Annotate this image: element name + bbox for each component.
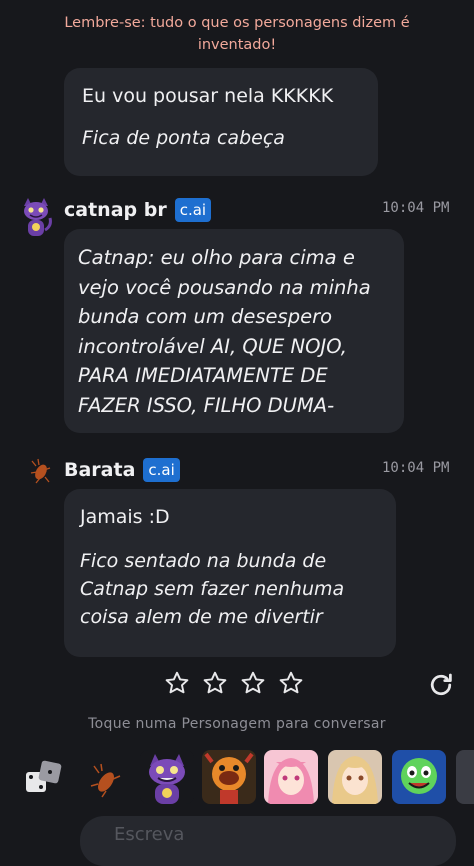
message-input[interactable]: Escreva bbox=[80, 816, 456, 866]
message-line: vejo você pousando na minha bbox=[78, 275, 371, 299]
character-hint: Toque numa Personagem para conversar bbox=[88, 716, 386, 732]
character-green-creature[interactable] bbox=[392, 750, 446, 804]
disclaimer-line-2: inventado! bbox=[197, 37, 277, 53]
character-barata[interactable] bbox=[86, 760, 126, 800]
message-line: coisa alem de me divertir bbox=[80, 606, 323, 628]
character-blonde-girl[interactable] bbox=[328, 750, 382, 804]
message-line: Fica de ponta cabeça bbox=[82, 127, 285, 149]
catnap-avatar[interactable] bbox=[18, 196, 54, 240]
star-icon[interactable] bbox=[240, 670, 266, 696]
message-time: 10:04 PM bbox=[382, 460, 450, 476]
character-dogday[interactable] bbox=[202, 750, 256, 804]
star-icon[interactable] bbox=[164, 670, 190, 696]
character-selector bbox=[0, 744, 474, 808]
message-line: incontrolável AI, QUE NOJO, bbox=[78, 334, 347, 358]
disclaimer-banner: Lembre-se: tudo o que os personagens diz… bbox=[0, 0, 474, 62]
star-icon[interactable] bbox=[202, 670, 228, 696]
star-icon[interactable] bbox=[278, 670, 304, 696]
message-line: FAZER ISSO, FILHO DUMA- bbox=[78, 393, 335, 417]
character-catnap[interactable] bbox=[140, 750, 194, 804]
message-line: bunda com um desespero bbox=[78, 305, 333, 328]
cai-badge: c.ai bbox=[174, 198, 212, 222]
barata-header: Barata c.ai bbox=[64, 450, 180, 490]
message-line: Catnap sem fazer nenhuma bbox=[80, 578, 345, 600]
message-line: Catnap: eu olho para cima e bbox=[78, 246, 355, 269]
catnap-message-bubble: Catnap: eu olho para cima e vejo você po… bbox=[64, 229, 404, 433]
message-line: Eu vou pousar nela KKKKK bbox=[82, 85, 334, 107]
character-partial[interactable] bbox=[456, 750, 474, 804]
author-name[interactable]: catnap br bbox=[64, 199, 167, 221]
character-pink-hair-girl[interactable] bbox=[264, 750, 318, 804]
rating-stars bbox=[164, 670, 304, 696]
catnap-header: catnap br c.ai bbox=[64, 190, 212, 230]
user-message-bubble: Eu vou pousar nela KKKKK Fica de ponta c… bbox=[64, 68, 378, 176]
dice-icon[interactable] bbox=[22, 758, 64, 800]
barata-message-bubble: Jamais :D Fico sentado na bunda de Catna… bbox=[64, 489, 396, 657]
author-name[interactable]: Barata bbox=[64, 459, 135, 481]
cockroach-avatar[interactable] bbox=[30, 458, 52, 484]
refresh-icon[interactable] bbox=[426, 670, 456, 700]
message-line: PARA IMEDIATAMENTE DE bbox=[78, 364, 328, 387]
cai-badge: c.ai bbox=[143, 458, 180, 482]
disclaimer-line-1: Lembre-se: tudo o que os personagens diz… bbox=[64, 15, 410, 31]
message-line: Fico sentado na bunda de bbox=[80, 550, 327, 572]
message-time: 10:04 PM bbox=[382, 200, 450, 216]
message-line: Jamais :D bbox=[80, 506, 170, 528]
